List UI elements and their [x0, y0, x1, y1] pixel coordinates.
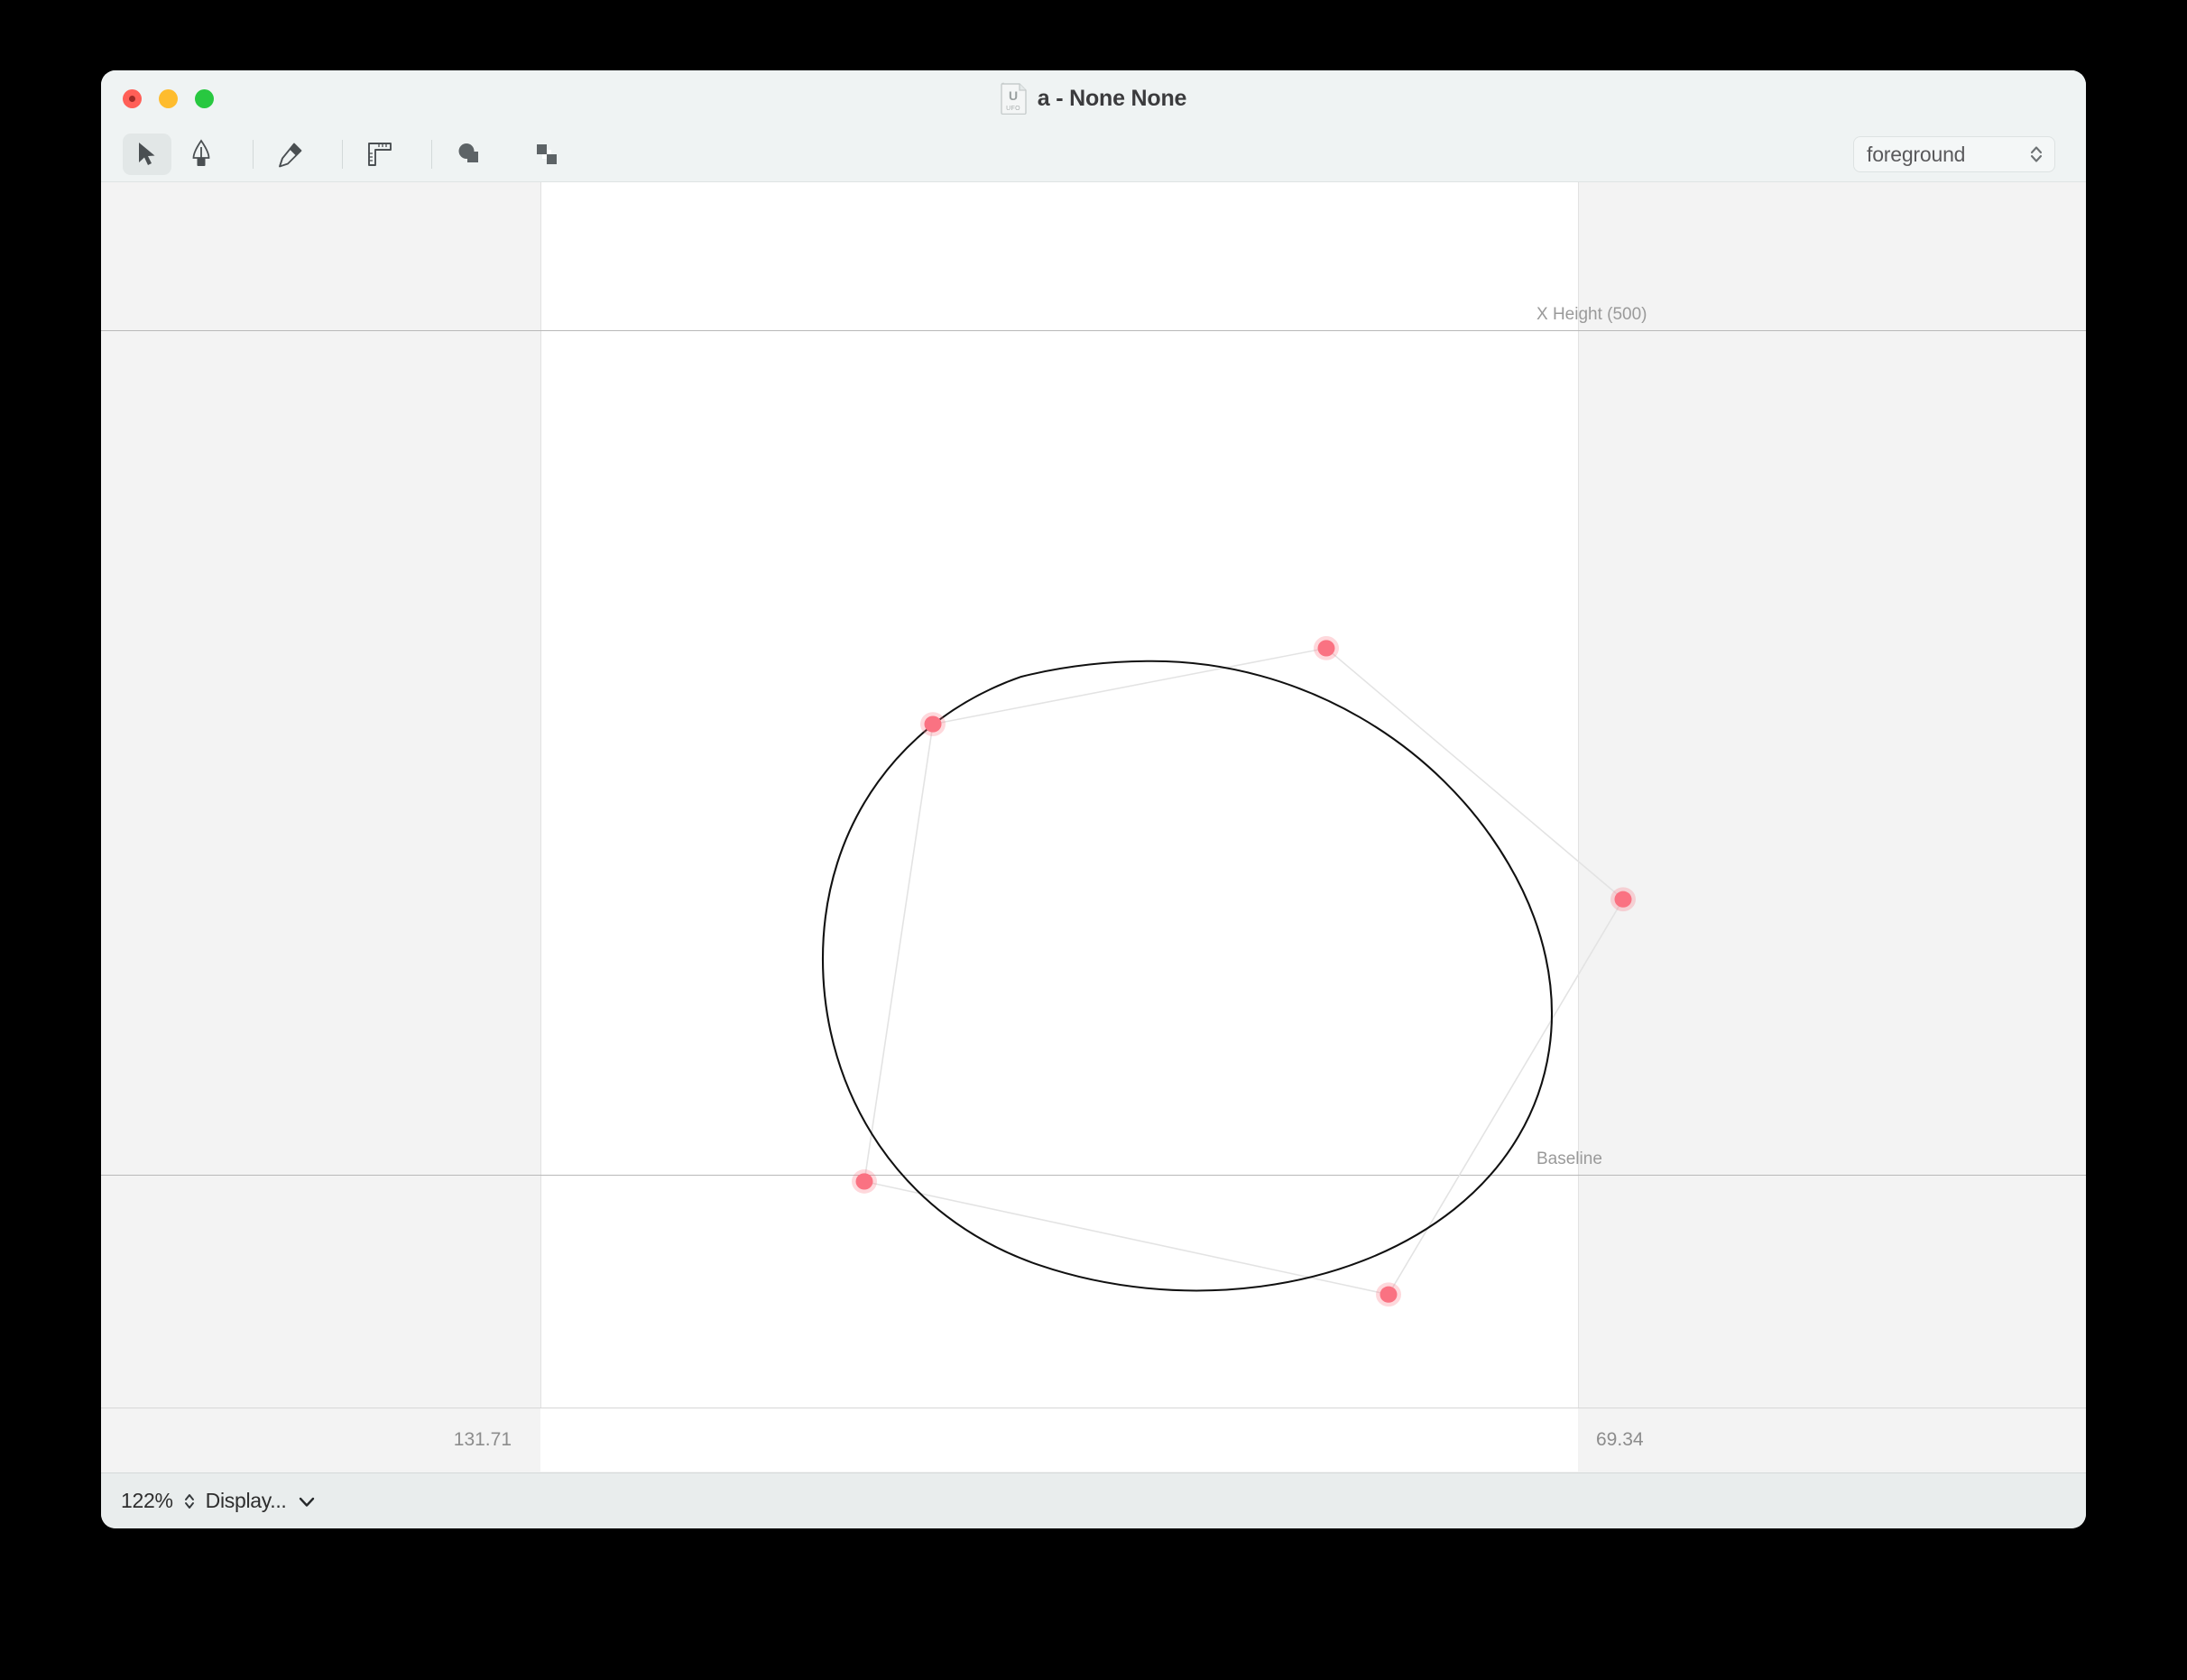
svg-text:UFO: UFO	[1006, 106, 1020, 112]
control-points[interactable]	[852, 636, 1636, 1307]
status-bar: 122% Display...	[101, 1472, 2086, 1528]
offset-squares-icon	[537, 143, 557, 164]
ufo-document-icon: U UFO	[1001, 82, 1027, 115]
title-bar: U UFO a - None None	[101, 70, 2086, 126]
point-right[interactable]	[1614, 891, 1632, 908]
shapes-tool[interactable]	[445, 134, 494, 175]
transform-tool[interactable]	[522, 134, 571, 175]
chevron-down-icon[interactable]	[296, 1492, 318, 1510]
display-menu-label[interactable]: Display...	[206, 1489, 287, 1513]
cursor-arrow-icon	[139, 142, 155, 165]
glyph-canvas-area[interactable]: X Height (500) Baseline	[101, 182, 2086, 1408]
left-sidebearing-value[interactable]: 131.71	[101, 1429, 512, 1451]
pen-tool[interactable]	[177, 134, 226, 175]
layer-select[interactable]: foreground	[1853, 136, 2055, 172]
layer-select-value: foreground	[1867, 142, 1966, 166]
right-sidebearing-value[interactable]: 69.34	[1596, 1429, 1644, 1451]
window-title-group: U UFO a - None None	[101, 70, 2086, 126]
draw-tool[interactable]	[266, 134, 315, 175]
shape-combine-icon	[458, 143, 478, 162]
handle-lines	[863, 647, 1625, 1296]
metrics-canvas-spacer	[540, 1408, 1578, 1472]
ruler-icon	[368, 142, 392, 166]
metrics-bar: 131.71 69.34	[101, 1408, 2086, 1472]
zoom-level[interactable]: 122%	[121, 1489, 173, 1513]
point-top[interactable]	[1317, 640, 1335, 657]
point-upper-left[interactable]	[924, 715, 942, 733]
toolbar-divider-2	[342, 139, 343, 169]
pencil-icon	[279, 143, 302, 167]
point-lower-left[interactable]	[855, 1173, 873, 1190]
chevron-up-down-icon	[2030, 146, 2043, 162]
select-tool[interactable]	[123, 133, 171, 175]
glyph-outline	[821, 636, 1636, 1307]
window-title: a - None None	[1037, 85, 1187, 111]
svg-text:U: U	[1009, 88, 1018, 103]
toolbar-divider-3	[431, 139, 432, 169]
point-bottom[interactable]	[1380, 1286, 1398, 1303]
app-window: U UFO a - None None foreground X Height …	[101, 70, 2086, 1528]
pen-nib-icon	[192, 138, 210, 166]
measure-tool[interactable]	[355, 134, 404, 175]
toolbar: foreground	[101, 126, 2086, 182]
chevron-up-down-icon[interactable]	[182, 1490, 197, 1513]
toolbar-divider-1	[253, 139, 254, 169]
